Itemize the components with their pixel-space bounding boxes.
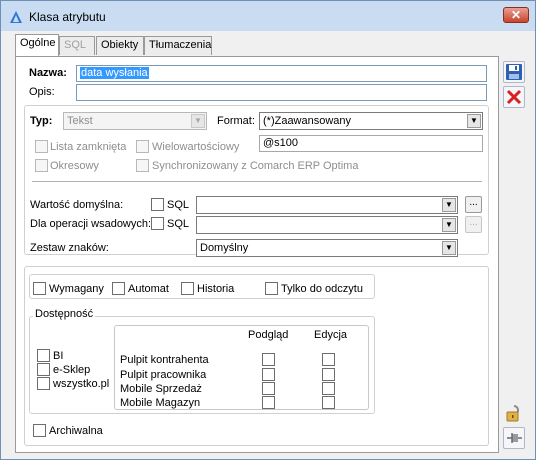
chevron-down-icon: ▼ (191, 114, 205, 128)
nazwa-label: Nazwa: (29, 67, 67, 79)
chevron-down-icon: ▼ (442, 241, 456, 255)
tylko-do-odczytu-label: Tylko do odczytu (281, 283, 363, 295)
e-sklep-label: e-Sklep (53, 364, 91, 376)
wszystko-pl-checkbox[interactable] (37, 377, 50, 390)
wielowartosciowy-label: Wielowartościowy (152, 141, 240, 153)
podglad-checkbox[interactable] (262, 353, 275, 366)
lista-zamknieta-checkbox (35, 140, 48, 153)
close-button[interactable]: ✕ (503, 7, 529, 23)
wartosc-domyslna-label: Wartość domyślna: (30, 199, 124, 211)
workplace-row-label: Mobile Magazyn (120, 397, 201, 409)
lock-button[interactable] (503, 402, 525, 424)
okresowy-label: Okresowy (50, 160, 99, 172)
floppy-disk-icon (506, 64, 522, 80)
opis-field[interactable] (76, 84, 487, 101)
podglad-checkbox[interactable] (262, 368, 275, 381)
edycja-checkbox[interactable] (322, 368, 335, 381)
wymagany-label: Wymagany (49, 283, 104, 295)
sql-batch-checkbox[interactable] (151, 217, 164, 230)
wymagany-checkbox[interactable] (33, 282, 46, 295)
format-mask-field[interactable]: @s100 (259, 135, 483, 152)
dostepnosc-title: Dostępność (33, 308, 96, 320)
okresowy-checkbox (35, 159, 48, 172)
workplace-row-label: Pulpit kontrahenta (120, 354, 209, 366)
wartosc-domyslna-browse-button[interactable]: ... (465, 196, 482, 213)
zestaw-znakow-label: Zestaw znaków: (30, 242, 109, 254)
dla-operacji-browse-button: ... (465, 216, 482, 233)
format-select[interactable]: (*)Zaawansowany ▼ (259, 112, 483, 130)
red-x-icon (506, 89, 522, 105)
edycja-checkbox[interactable] (322, 396, 335, 409)
sql-default-label: SQL (167, 199, 190, 211)
chevron-down-icon: ▼ (467, 114, 481, 128)
edycja-checkbox[interactable] (322, 353, 335, 366)
attribute-class-window: Klasa atrybutu ✕ Ogólne SQL Obiekty Tłum… (0, 0, 536, 460)
workplace-row-label: Mobile Sprzedaż (120, 383, 202, 395)
synchronizowany-checkbox (136, 159, 149, 172)
title-bar: Klasa atrybutu ✕ (1, 1, 535, 31)
tab-obiekty[interactable]: Obiekty (96, 36, 144, 55)
historia-label: Historia (197, 283, 235, 295)
podglad-column-header: Podgląd (248, 329, 289, 341)
lista-zamknieta-label: Lista zamknięta (50, 141, 127, 153)
nazwa-field[interactable]: data wysłania (76, 65, 487, 82)
tylko-do-odczytu-checkbox[interactable] (265, 282, 278, 295)
automat-label: Automat (128, 283, 169, 295)
e-sklep-checkbox[interactable] (37, 363, 50, 376)
separator (32, 181, 482, 182)
historia-checkbox[interactable] (181, 282, 194, 295)
padlock-icon (506, 405, 519, 422)
cancel-button[interactable] (503, 86, 525, 108)
typ-select: Tekst ▼ (63, 112, 207, 130)
podglad-checkbox[interactable] (262, 396, 275, 409)
pin-button[interactable] (503, 427, 525, 449)
wartosc-domyslna-select[interactable]: ▼ (196, 196, 458, 214)
wielowartosciowy-checkbox (136, 140, 149, 153)
tab-sql: SQL (59, 36, 95, 55)
archiwalna-label: Archiwalna (49, 425, 103, 437)
typ-label: Typ: (30, 115, 53, 127)
sql-batch-label: SQL (167, 218, 190, 230)
dla-operacji-select[interactable]: ▼ (196, 216, 458, 234)
dla-operacji-label: Dla operacji wsadowych: (30, 218, 152, 230)
wszystko-pl-label: wszystko.pl (53, 378, 110, 390)
pin-icon (507, 433, 522, 443)
edycja-checkbox[interactable] (322, 382, 335, 395)
edycja-column-header: Edycja (314, 329, 348, 341)
bi-label: BI (53, 350, 64, 362)
sql-default-checkbox[interactable] (151, 198, 164, 211)
chevron-down-icon: ▼ (442, 198, 456, 212)
podglad-checkbox[interactable] (262, 382, 275, 395)
tab-ogolne[interactable]: Ogólne (15, 34, 59, 56)
save-button[interactable] (503, 61, 525, 83)
archiwalna-checkbox[interactable] (33, 424, 46, 437)
automat-checkbox[interactable] (112, 282, 125, 295)
window-title: Klasa atrybutu (29, 10, 106, 24)
chevron-down-icon: ▼ (442, 218, 456, 232)
synchronizowany-label: Synchronizowany z Comarch ERP Optima (152, 160, 359, 172)
format-label: Format: (217, 115, 255, 127)
bi-checkbox[interactable] (37, 349, 50, 362)
opis-label: Opis: (29, 86, 55, 98)
workplace-row-label: Pulpit pracownika (120, 369, 207, 381)
general-tab-panel: Nazwa: data wysłania Opis: Typ: Tekst ▼ F… (15, 56, 499, 453)
zestaw-znakow-select[interactable]: Domyślny ▼ (196, 239, 458, 257)
tab-tlumaczenia[interactable]: Tłumaczenia (144, 36, 212, 55)
triangle-app-icon (10, 11, 22, 23)
